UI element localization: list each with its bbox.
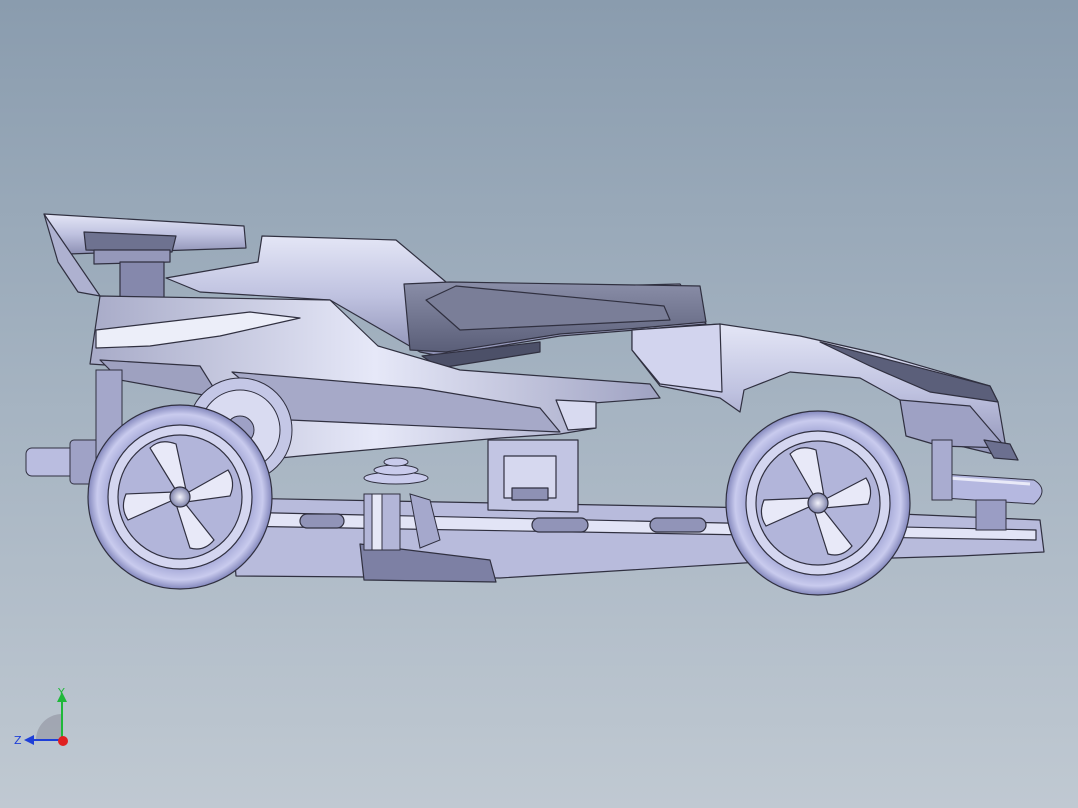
z-axis-label: Z — [14, 734, 22, 747]
z-axis-arrow-icon — [24, 735, 34, 745]
front-wheel[interactable] — [725, 410, 911, 596]
rear-wheel[interactable] — [87, 404, 273, 590]
chassis-frame[interactable] — [229, 439, 1045, 583]
triad-shade — [36, 714, 62, 740]
cad-viewport[interactable]: Y Z — [0, 0, 1078, 808]
axis-triad: Y Z — [14, 686, 68, 747]
x-axis-dot-icon — [58, 736, 68, 746]
y-axis-label: Y — [57, 686, 65, 699]
car-model-3d-view[interactable] — [0, 0, 1078, 808]
